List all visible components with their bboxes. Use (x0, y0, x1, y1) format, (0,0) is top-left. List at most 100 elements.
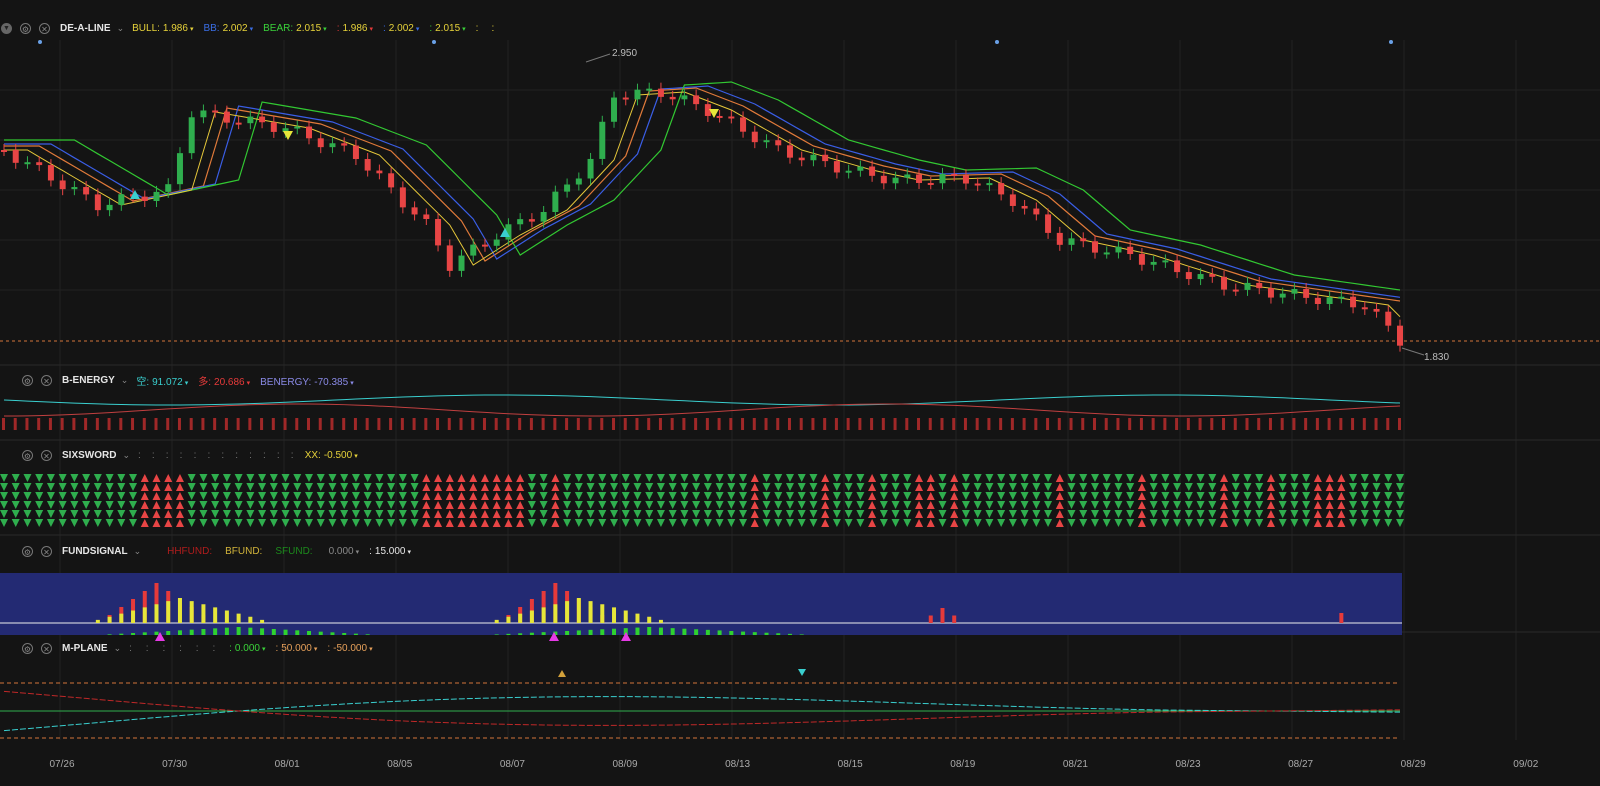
sword-triangle (668, 519, 677, 527)
sword-triangle (809, 474, 818, 482)
candle (1138, 254, 1145, 265)
sword-triangle (422, 492, 431, 500)
energy-bar (576, 418, 580, 430)
legend-item-value: 2.002 (222, 22, 248, 34)
legend-item: BEAR: 2.015 ▾ (263, 23, 327, 34)
close-icon[interactable]: ✕ (41, 642, 52, 654)
sword-triangle (211, 474, 220, 482)
sword-triangle (938, 492, 947, 500)
sword-triangle (656, 510, 665, 518)
sword-triangle (422, 483, 431, 491)
high-price-label: 2.950 (612, 48, 638, 59)
candle (1221, 276, 1228, 290)
energy-bar (846, 418, 850, 430)
candle (986, 183, 993, 186)
sword-triangle (774, 474, 783, 482)
chevron-down-icon[interactable]: ⌄ (122, 450, 130, 461)
sword-triangle (222, 483, 231, 491)
sword-triangle (551, 492, 560, 500)
settings-icon[interactable]: ⚙ (22, 374, 33, 386)
fund-bar-green (119, 633, 124, 635)
settings-icon[interactable]: ⚙ (20, 22, 31, 34)
sword-triangle (926, 510, 935, 518)
price-pointer (585, 53, 611, 63)
close-icon[interactable]: ✕ (41, 449, 52, 461)
candle (83, 187, 90, 195)
chevron-down-icon: ▾ (462, 25, 466, 33)
energy-bar (1010, 418, 1014, 430)
chevron-down-icon[interactable]: ⌄ (117, 23, 125, 34)
energy-bar (588, 418, 592, 430)
sword-triangle (234, 474, 243, 482)
legend-sixsword: ⚙ ✕ SIXSWORD ⌄ : : : : : : : : : : : : X… (0, 447, 368, 463)
sword-triangle (129, 501, 138, 509)
candle (12, 150, 19, 163)
sword-triangle (305, 510, 314, 518)
sword-triangle (1360, 483, 1369, 491)
energy-bar (811, 418, 815, 430)
energy-bar (917, 418, 921, 430)
sword-triangle (1126, 483, 1135, 491)
sword-triangle (633, 501, 642, 509)
candle (47, 165, 54, 181)
sword-triangle (563, 519, 572, 527)
chevron-down-icon[interactable]: ⌄ (121, 375, 129, 386)
sword-triangle (1114, 501, 1123, 509)
candle (1127, 246, 1134, 255)
settings-icon[interactable]: ⚙ (22, 642, 33, 654)
sword-triangle (1313, 501, 1322, 509)
chart-canvas[interactable]: 07/26 07/30 08/01 08/05 08/07 08/09 08/13 08/15… (0, 0, 1600, 786)
candle (822, 154, 829, 162)
energy-bar (1081, 418, 1085, 430)
sword-triangle (1302, 483, 1311, 491)
sword-triangle (961, 510, 970, 518)
sword-triangle (105, 510, 114, 518)
chevron-down-icon[interactable]: ⌄ (134, 546, 142, 557)
chevron-down-icon[interactable]: ⌄ (114, 643, 122, 654)
energy-bar (13, 418, 17, 430)
sword-triangle (610, 483, 619, 491)
sword-triangle (1396, 501, 1404, 509)
sword-triangle (973, 474, 982, 482)
sword-triangle (269, 501, 278, 509)
candle (24, 162, 31, 165)
energy-bar (787, 418, 791, 430)
settings-icon[interactable]: ⚙ (22, 545, 33, 557)
sword-triangle (739, 510, 748, 518)
chevron-down-icon: ▾ (189, 25, 194, 33)
legend-item-value: 20.686 (214, 376, 245, 388)
sword-triangle (281, 474, 290, 482)
sword-triangle (422, 510, 431, 518)
settings-icon[interactable]: ⚙ (22, 449, 33, 461)
fund-bar-green (799, 634, 804, 635)
sword-triangle (973, 519, 982, 527)
sword-triangle (785, 519, 794, 527)
sword-triangle (1220, 519, 1229, 527)
energy-bar (658, 418, 662, 430)
sword-triangle (375, 510, 384, 518)
close-icon[interactable]: ✕ (39, 22, 50, 34)
collapse-icon[interactable]: ▼ (1, 22, 12, 34)
energy-bar (1245, 418, 1249, 430)
sword-triangle (574, 474, 583, 482)
fund-bar-yellow (600, 604, 605, 623)
candle (857, 166, 864, 171)
fund-bar-green (729, 631, 734, 635)
fund-bar-green (260, 628, 265, 635)
sword-triangle (281, 519, 290, 527)
legend-item: :15.000 ▾ (369, 546, 411, 557)
candle (740, 117, 747, 132)
sword-triangle (457, 483, 466, 491)
close-icon[interactable]: ✕ (41, 545, 52, 557)
sword-triangle (1137, 519, 1146, 527)
energy-bar (224, 418, 228, 430)
fund-bar-yellow (506, 616, 511, 623)
sword-triangle (340, 483, 349, 491)
sword-triangle (70, 501, 79, 509)
legend-item: BB: 2.002 ▾ (203, 23, 253, 34)
fund-bar-green (658, 627, 663, 635)
sword-triangle (211, 492, 220, 500)
fund-bar-green (107, 634, 112, 635)
energy-bar (1315, 418, 1319, 430)
close-icon[interactable]: ✕ (41, 374, 52, 386)
